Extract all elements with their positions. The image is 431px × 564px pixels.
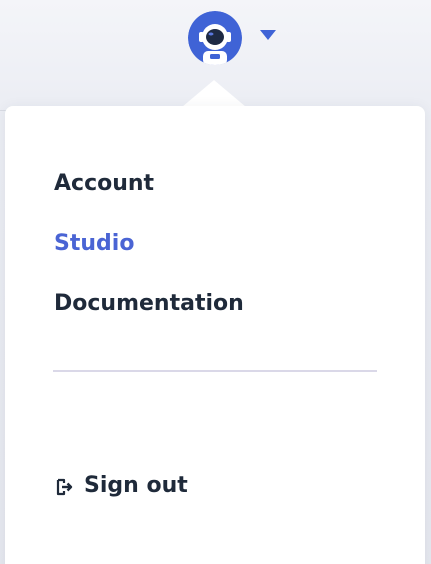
menu-item-documentation[interactable]: Documentation	[54, 290, 244, 318]
menu-item-account[interactable]: Account	[54, 170, 154, 198]
sign-out-icon	[54, 477, 74, 497]
user-menu-toggle[interactable]	[185, 9, 285, 65]
astronaut-avatar-icon[interactable]	[188, 11, 242, 65]
dropdown-pointer	[182, 80, 246, 107]
menu-divider	[53, 370, 377, 372]
menu-item-studio[interactable]: Studio	[54, 230, 134, 258]
chevron-down-icon[interactable]	[260, 30, 276, 40]
sign-out-button[interactable]: Sign out	[54, 472, 188, 500]
sign-out-label: Sign out	[84, 473, 188, 498]
